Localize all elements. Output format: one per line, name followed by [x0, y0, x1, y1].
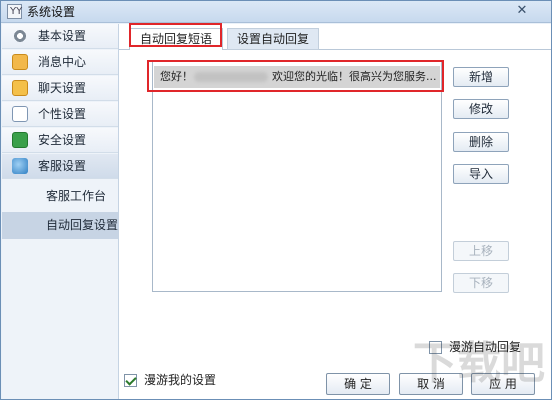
gear-icon [12, 28, 28, 44]
tab-auto-reply-phrases[interactable]: 自动回复短语 [129, 28, 223, 50]
sidebar-item-label: 安全设置 [38, 133, 87, 147]
reply-phrase-greeting: 您好！ [160, 70, 193, 83]
add-button[interactable]: 新增 [453, 67, 509, 87]
sidebar-item-message-center[interactable]: 消息中心 [2, 50, 118, 75]
roam-auto-reply-checkbox[interactable] [429, 341, 442, 354]
close-icon[interactable]: ✕ [513, 2, 531, 20]
sidebar-subitem-label: 自动回复设置 [46, 218, 119, 232]
sidebar-item-basic-settings[interactable]: 基本设置 [2, 24, 118, 49]
delete-button[interactable]: 删除 [453, 132, 509, 152]
app-icon-label: YY [10, 6, 23, 17]
list-item[interactable]: 您好！ 欢迎您的光临！很高兴为您服务... [154, 66, 440, 88]
customer-service-icon [12, 158, 28, 174]
personalize-icon [12, 106, 28, 122]
window-title: 系统设置 [27, 5, 76, 19]
reply-phrase-list[interactable]: 您好！ 欢迎您的光临！很高兴为您服务... [152, 61, 442, 292]
sidebar-subitem-service-workbench[interactable]: 客服工作台 [2, 183, 118, 210]
reply-phrase-text: 欢迎您的光临！很高兴为您服务... [272, 70, 437, 83]
roam-my-settings-checkbox[interactable] [124, 374, 137, 387]
roam-auto-reply-label: 漫游自动回复 [449, 340, 522, 354]
sidebar-item-personal-settings[interactable]: 个性设置 [2, 102, 118, 127]
blurred-shop-name [194, 72, 268, 82]
move-down-button[interactable]: 下移 [453, 273, 509, 293]
sidebar-item-label: 基本设置 [38, 29, 87, 43]
sidebar-item-customer-service[interactable]: 客服设置 [2, 154, 118, 179]
sidebar-item-label: 聊天设置 [38, 81, 87, 95]
sidebar-item-label: 客服设置 [38, 159, 87, 173]
import-button[interactable]: 导入 [453, 164, 509, 184]
sidebar-subitem-auto-reply-settings[interactable]: 自动回复设置 [2, 212, 118, 239]
sidebar-item-label: 个性设置 [38, 107, 87, 121]
sidebar: 基本设置 消息中心 聊天设置 个性设置 安全设置 客服设置 客服工作台 自动回复… [2, 24, 119, 399]
title-bar: YY 系统设置 ✕ [1, 1, 551, 23]
sidebar-item-chat-settings[interactable]: 聊天设置 [2, 76, 118, 101]
ok-button[interactable]: 确 定 [326, 373, 390, 395]
cancel-button[interactable]: 取 消 [399, 373, 463, 395]
move-up-button[interactable]: 上移 [453, 241, 509, 261]
edit-button[interactable]: 修改 [453, 99, 509, 119]
mail-icon [12, 54, 28, 70]
sidebar-item-label: 消息中心 [38, 55, 87, 69]
content-panel: 自动回复短语 设置自动回复 您好！ 欢迎您的光临！很高兴为您服务... 新增 修… [119, 24, 551, 399]
sidebar-item-security-settings[interactable]: 安全设置 [2, 128, 118, 153]
tab-set-auto-reply[interactable]: 设置自动回复 [227, 28, 319, 50]
roam-my-settings-label: 漫游我的设置 [144, 373, 217, 387]
apply-button[interactable]: 应 用 [471, 373, 535, 395]
settings-window: YY 系统设置 ✕ 基本设置 消息中心 聊天设置 个性设置 安全设置 客服设置 [0, 0, 552, 400]
chat-icon [12, 80, 28, 96]
shield-icon [12, 132, 28, 148]
sidebar-subitem-label: 客服工作台 [46, 189, 107, 203]
app-icon: YY [7, 4, 22, 19]
